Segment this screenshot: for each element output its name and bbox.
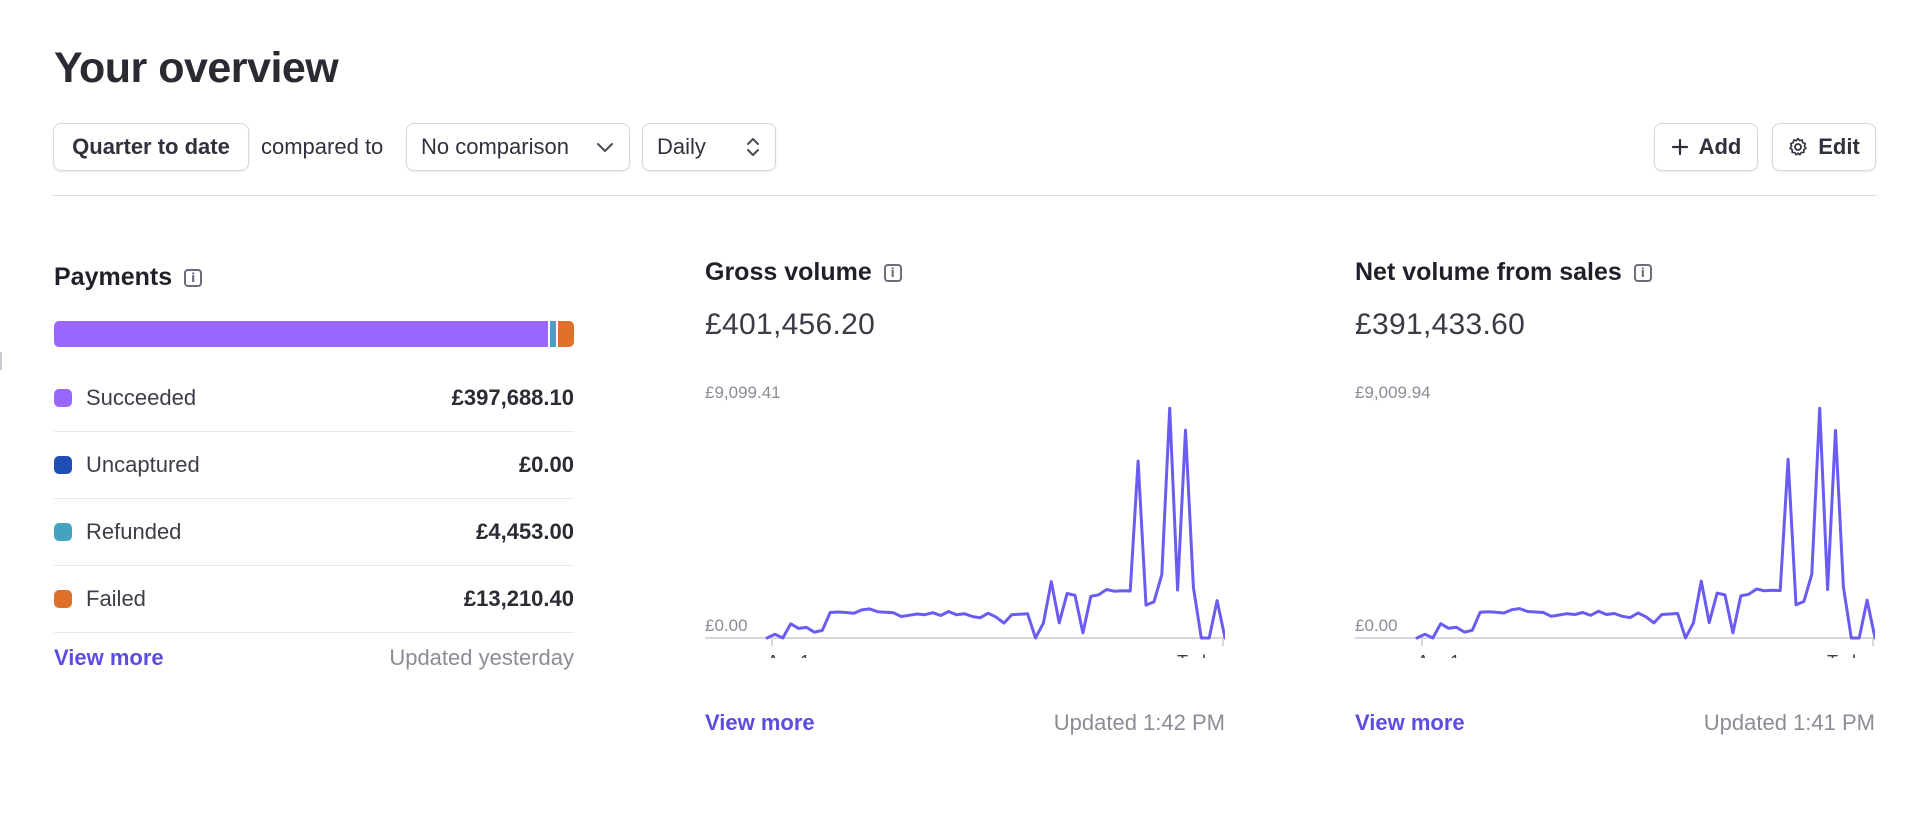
legend-value: £4,453.00 [476, 519, 574, 544]
y-max-label: £9,099.41 [705, 383, 781, 402]
page-title: Your overview [54, 44, 339, 92]
view-more-link[interactable]: View more [705, 710, 815, 736]
view-more-link[interactable]: View more [1355, 710, 1465, 736]
net-volume-title-label: Net volume from sales [1355, 258, 1622, 286]
compared-to-label: compared to [261, 134, 384, 159]
y-min-label: £0.00 [1355, 616, 1398, 635]
legend-row-succeeded[interactable]: Succeeded £397,688.10 [54, 365, 574, 432]
legend-label: Refunded [86, 519, 182, 544]
payments-title: Payments i [54, 263, 574, 292]
legend-swatch [54, 456, 72, 474]
add-button-label: Add [1698, 134, 1742, 159]
legend-value: £397,688.10 [451, 385, 574, 410]
legend-value: £13,210.40 [463, 586, 574, 611]
legend-row-refunded[interactable]: Refunded £4,453.00 [54, 499, 574, 566]
gross-volume-amount: £401,456.20 [705, 308, 876, 341]
gross-volume-title: Gross volume i [705, 258, 1225, 287]
legend-label: Succeeded [86, 385, 197, 410]
toolbar: Quarter to date compared to No compariso… [53, 123, 1876, 171]
view-more-link[interactable]: View more [54, 645, 164, 671]
series-line [765, 406, 1225, 640]
legend-value: £0.00 [518, 452, 574, 477]
net-volume-amount: £391,433.60 [1355, 308, 1526, 341]
gross-volume-card: Gross volume i £401,456.20 £9,099.41 £0.0… [705, 258, 1225, 738]
gear-icon [1788, 137, 1808, 157]
payments-footer: View more Updated yesterday [54, 645, 574, 671]
gross-volume-footer: View more Updated 1:42 PM [705, 710, 1225, 736]
x-start-label: Apr 1 [1417, 652, 1460, 658]
legend-swatch [54, 389, 72, 407]
y-max-label: £9,009.94 [1355, 383, 1431, 402]
net-volume-card: Net volume from sales i £391,433.60 £9,0… [1355, 258, 1875, 738]
edit-button[interactable]: Edit [1772, 123, 1876, 171]
legend-row-failed[interactable]: Failed £13,210.40 [54, 566, 574, 633]
y-min-label: £0.00 [705, 616, 748, 635]
legend-label: Failed [86, 586, 146, 611]
interval-select-value: Daily [657, 134, 706, 159]
info-icon[interactable]: i [1633, 263, 1652, 282]
chevron-down-icon [595, 137, 615, 157]
payments-card: Payments i Succeeded £397,688.10 Uncaptu… [54, 263, 574, 670]
legend-row-uncaptured[interactable]: Uncaptured £0.00 [54, 432, 574, 499]
net-volume-footer: View more Updated 1:41 PM [1355, 710, 1875, 736]
updated-timestamp: Updated 1:41 PM [1703, 710, 1875, 735]
legend-swatch [54, 590, 72, 608]
updated-timestamp: Updated 1:42 PM [1053, 710, 1225, 735]
add-button[interactable]: Add [1654, 123, 1758, 171]
updated-timestamp: Updated yesterday [389, 645, 574, 670]
x-start-label: Apr 1 [767, 652, 810, 658]
payments-legend: Succeeded £397,688.10 Uncaptured £0.00 R… [54, 365, 574, 633]
chevron-updown-icon [745, 136, 761, 158]
edit-button-label: Edit [1818, 134, 1860, 159]
info-icon[interactable]: i [883, 263, 902, 282]
comparison-select[interactable]: No comparison [406, 123, 630, 171]
gross-volume-chart[interactable]: £9,099.41 £0.00 Apr 1 Today [705, 378, 1225, 658]
legend-swatch [54, 523, 72, 541]
x-end-label: Today [1827, 652, 1875, 658]
legend-label: Uncaptured [86, 452, 200, 477]
plus-icon [1671, 138, 1689, 156]
info-icon[interactable]: i [184, 268, 203, 287]
scroll-indicator [0, 352, 2, 370]
bar-segment-succeeded[interactable] [54, 321, 549, 347]
gross-volume-title-label: Gross volume [705, 258, 872, 286]
payments-breakdown-bar[interactable] [54, 321, 574, 347]
net-volume-title: Net volume from sales i [1355, 258, 1875, 287]
series-line [1415, 406, 1875, 640]
payments-title-label: Payments [54, 263, 173, 291]
net-volume-chart[interactable]: £9,009.94 £0.00 Apr 1 Today [1355, 378, 1875, 658]
interval-select[interactable]: Daily [642, 123, 776, 171]
x-end-label: Today [1177, 652, 1225, 658]
bar-segment-failed[interactable] [557, 321, 574, 347]
divider [53, 195, 1877, 196]
date-range-button[interactable]: Quarter to date [53, 123, 249, 171]
comparison-select-value: No comparison [421, 134, 569, 159]
